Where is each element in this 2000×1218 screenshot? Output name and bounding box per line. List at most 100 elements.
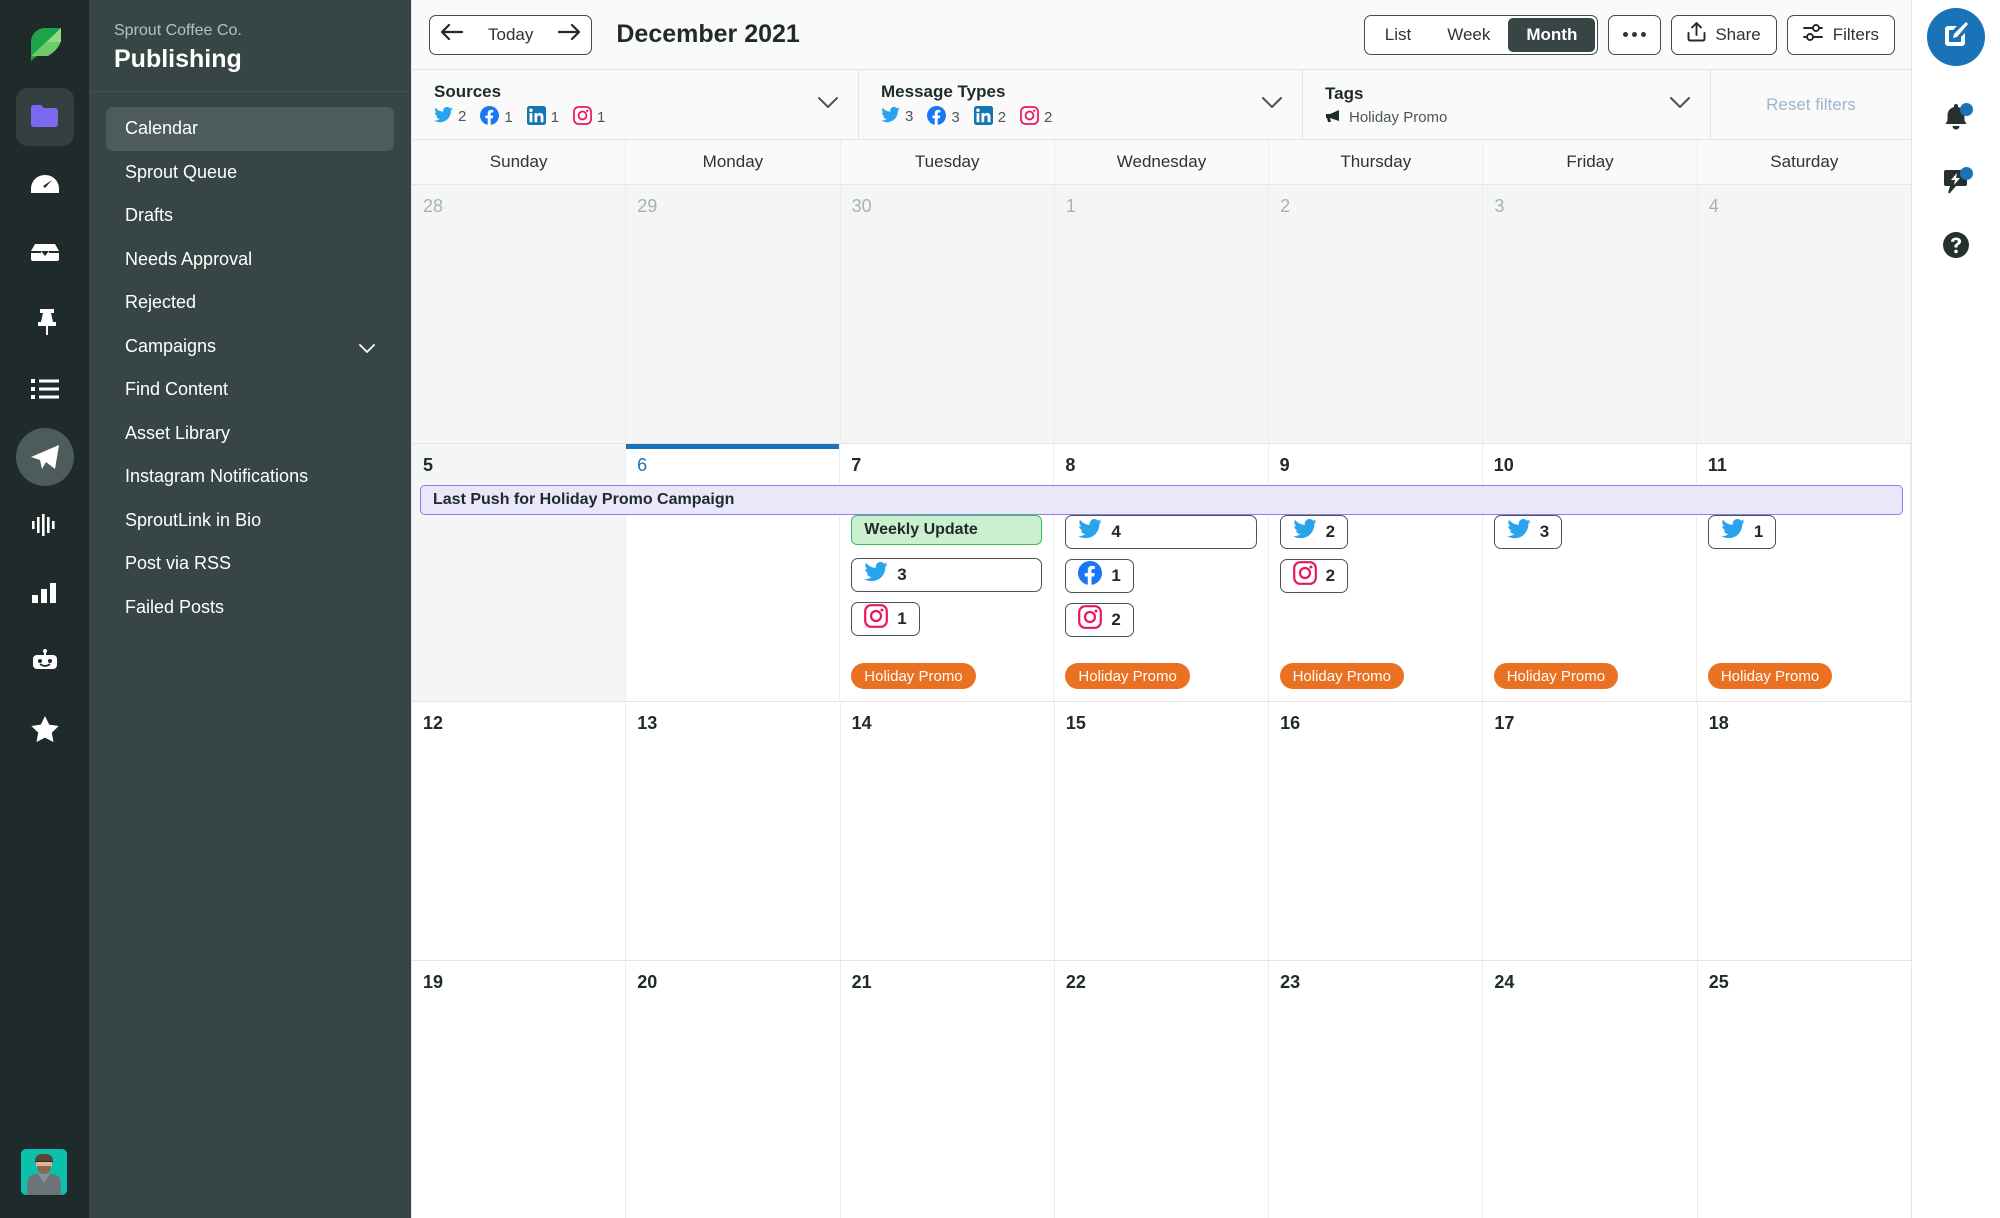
calendar-day-10[interactable]: 10 3 Holiday Promo [1483, 443, 1697, 701]
megaphone-icon [1325, 109, 1342, 127]
prev-period-button[interactable] [430, 16, 474, 54]
sidebar-item-campaigns[interactable]: Campaigns [106, 325, 394, 369]
calendar-day-22[interactable]: 22 [1055, 960, 1270, 1218]
calendar-day-20[interactable]: 20 [626, 960, 841, 1218]
network-post-count-instagram[interactable]: 2 [1279, 558, 1349, 593]
network-post-count-twitter[interactable]: 1 [1707, 514, 1777, 549]
calendar-day-2[interactable]: 2 [1269, 185, 1484, 443]
network-post-count-twitter[interactable]: 3 [1493, 514, 1563, 549]
calendar-day-5[interactable]: 5 [412, 443, 627, 701]
calendar-day-12[interactable]: 12 [412, 702, 627, 960]
tags-filter[interactable]: Tags Holiday Promo [1303, 70, 1711, 139]
notification-badge [1960, 103, 1973, 116]
calendar-day-4[interactable]: 4 [1697, 185, 1911, 443]
calendar-day-23[interactable]: 23 [1269, 960, 1484, 1218]
tag-pill[interactable]: Holiday Promo [1279, 663, 1404, 689]
sidebar-item-instagram-notifications[interactable]: Instagram Notifications [106, 455, 394, 499]
reset-filters-button[interactable]: Reset filters [1711, 70, 1911, 139]
chevron-down-icon [359, 338, 375, 354]
notifications-button[interactable] [1931, 94, 1981, 144]
rail-item-bots[interactable] [16, 632, 74, 690]
rail-item-tasks[interactable] [16, 292, 74, 350]
network-post-count-twitter[interactable]: 3 [851, 557, 1043, 592]
network-post-count-instagram[interactable]: 1 [851, 601, 920, 636]
sidebar-item-needs-approval[interactable]: Needs Approval [106, 238, 394, 282]
message-types-filter[interactable]: Message Types 3 3 2 2 [859, 70, 1303, 139]
calendar-day-13[interactable]: 13 [626, 702, 841, 960]
tags-selected-label: Holiday Promo [1349, 109, 1448, 126]
more-options-button[interactable] [1608, 14, 1662, 55]
day-events [637, 256, 828, 443]
sidebar-item-sprout-queue[interactable]: Sprout Queue [106, 151, 394, 195]
calendar-day-25[interactable]: 25 [1698, 961, 1911, 1218]
sidebar-item-label: Rejected [125, 292, 197, 313]
view-option-month[interactable]: Month [1508, 17, 1596, 52]
sidebar-item-rejected[interactable]: Rejected [106, 281, 394, 325]
rail-item-dashboard[interactable] [16, 156, 74, 214]
tag-pill-label: Holiday Promo [864, 667, 963, 685]
network-post-count-instagram[interactable]: 2 [1065, 602, 1134, 637]
tag-pill[interactable]: Holiday Promo [1707, 663, 1833, 689]
calendar-day-16[interactable]: 16 [1269, 702, 1484, 960]
day-events: 1 Holiday Promo [1707, 514, 1899, 702]
calendar-day-17[interactable]: 17 [1483, 702, 1698, 960]
calendar-day-24[interactable]: 24 [1483, 960, 1698, 1218]
filters-button[interactable]: Filters [1786, 14, 1895, 55]
sidebar-item-find-content[interactable]: Find Content [106, 368, 394, 412]
sidebar-item-drafts[interactable]: Drafts [106, 194, 394, 238]
rail-item-smart-inbox[interactable] [16, 224, 74, 282]
calendar-day-8[interactable]: 8 4 1 2 Holiday Promo [1054, 443, 1269, 701]
sprout-leaf-logo[interactable] [15, 14, 75, 72]
calendar-day-29[interactable]: 29 [626, 185, 841, 443]
sidebar-item-calendar[interactable]: Calendar [106, 107, 394, 151]
sidebar-item-failed-posts[interactable]: Failed Posts [106, 586, 394, 630]
sidebar-item-asset-library[interactable]: Asset Library [106, 412, 394, 456]
rail-item-publishing[interactable] [15, 88, 74, 146]
help-button[interactable] [1931, 222, 1981, 272]
filter-count-twitter: 3 [881, 107, 913, 127]
day-number: 7 [851, 454, 862, 475]
network-post-count-facebook[interactable]: 1 [1065, 558, 1134, 593]
calendar-day-19[interactable]: 19 [412, 960, 627, 1218]
compose-button[interactable] [1927, 8, 1985, 66]
rail-item-publishing-active[interactable] [15, 428, 74, 486]
today-button[interactable]: Today [474, 25, 547, 45]
calendar-day-3[interactable]: 3 [1483, 185, 1698, 443]
calendar-day-28[interactable]: 28 [412, 185, 627, 443]
calendar-day-6[interactable]: 6 [626, 443, 841, 701]
campaign-banner[interactable]: Last Push for Holiday Promo Campaign [420, 484, 1903, 515]
view-option-week[interactable]: Week [1429, 18, 1508, 52]
tag-pill-label: Holiday Promo [1292, 667, 1391, 685]
calendar-day-18[interactable]: 18 [1698, 702, 1911, 960]
tags-label: Tags [1325, 83, 1364, 103]
post-group-chip[interactable]: Weekly Update [851, 514, 1043, 545]
rail-item-reports[interactable] [16, 564, 74, 622]
network-post-count-twitter[interactable]: 4 [1065, 514, 1257, 549]
calendar-day-15[interactable]: 15 [1055, 702, 1270, 960]
rail-item-feeds[interactable] [16, 360, 74, 418]
user-avatar[interactable] [21, 1149, 67, 1195]
tag-pill[interactable]: Holiday Promo [1493, 663, 1619, 689]
sidebar-item-post-via-rss[interactable]: Post via RSS [106, 542, 394, 586]
rail-item-listening[interactable] [16, 496, 74, 554]
network-post-count-twitter[interactable]: 2 [1279, 514, 1349, 549]
share-button[interactable]: Share [1671, 14, 1777, 55]
calendar-day-1[interactable]: 1 [1054, 185, 1270, 443]
tag-pill-label: Holiday Promo [1720, 667, 1820, 685]
tag-pill[interactable]: Holiday Promo [1065, 663, 1190, 689]
sources-filter[interactable]: Sources 2 1 1 1 [412, 70, 859, 139]
calendar-day-9[interactable]: 9 2 2 Holiday Promo [1269, 443, 1483, 701]
next-period-button[interactable] [547, 16, 591, 54]
filter-count-value: 2 [997, 108, 1007, 126]
rail-item-reviews[interactable] [16, 700, 74, 758]
whats-new-button[interactable] [1931, 158, 1981, 208]
calendar-day-14[interactable]: 14 [841, 702, 1055, 960]
view-option-list[interactable]: List [1367, 18, 1429, 52]
sidebar-item-sproutlink-in-bio[interactable]: SproutLink in Bio [106, 499, 394, 543]
calendar-day-21[interactable]: 21 [841, 960, 1055, 1218]
tag-pill[interactable]: Holiday Promo [851, 663, 976, 689]
calendar-day-7[interactable]: 7 Weekly Update 3 1 Holiday Promo [840, 443, 1055, 701]
calendar-day-30[interactable]: 30 [840, 185, 1055, 443]
calendar-day-11[interactable]: 11 1 Holiday Promo [1697, 443, 1911, 702]
day-events [1709, 773, 1900, 960]
